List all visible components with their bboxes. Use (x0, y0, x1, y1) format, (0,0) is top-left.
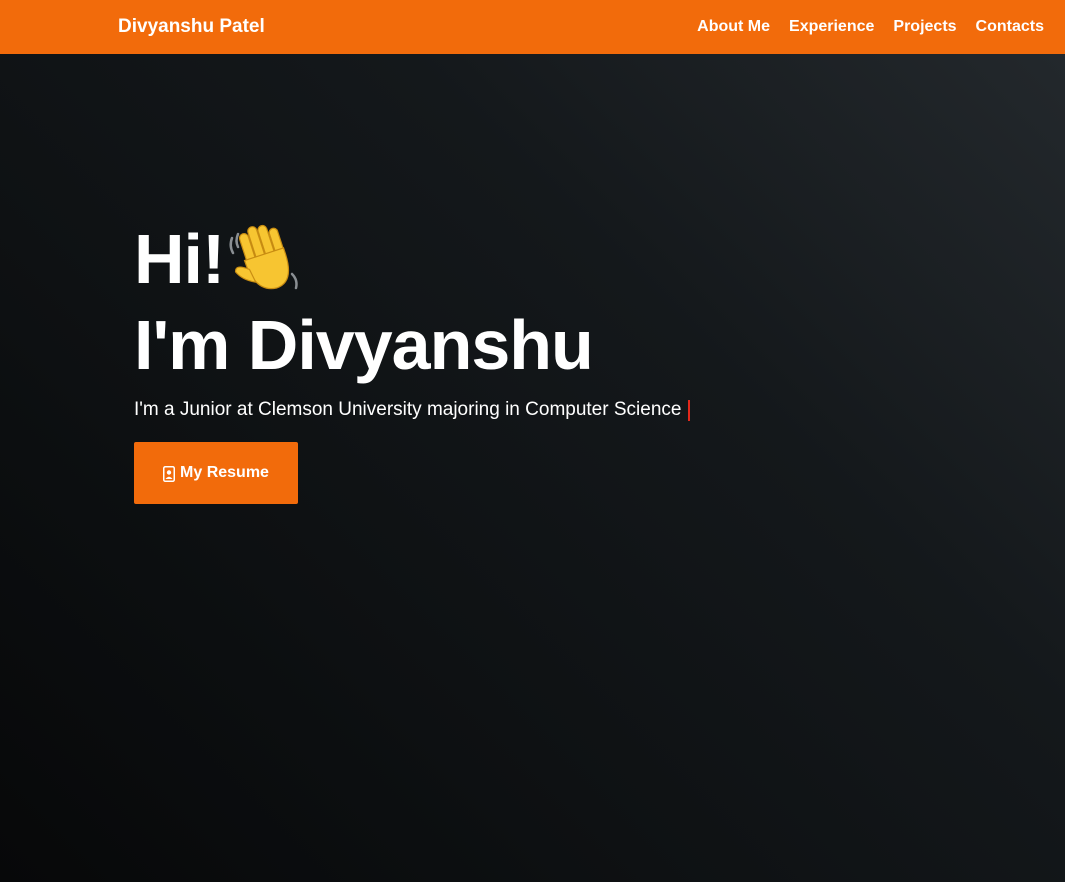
brand-link[interactable]: Divyanshu Patel (118, 0, 265, 54)
nav-link-projects[interactable]: Projects (893, 18, 956, 36)
my-resume-button[interactable]: My Resume (134, 442, 298, 504)
typing-cursor (688, 399, 691, 421)
greeting-text: Hi! (134, 220, 225, 298)
hero-section: Hi! I'm Divyanshu I'm a Junior at Clemso… (0, 54, 1065, 882)
hero-content: Hi! I'm Divyanshu I'm a Junior at Clemso… (134, 218, 691, 504)
tagline-row: I'm a Junior at Clemson University major… (134, 398, 691, 422)
top-navbar: Divyanshu Patel About Me Experience Proj… (0, 0, 1065, 54)
tagline-text: I'm a Junior at Clemson University major… (134, 399, 682, 420)
nav-link-experience[interactable]: Experience (789, 18, 874, 36)
file-person-icon (163, 466, 176, 482)
nav-links: About Me Experience Projects Contacts (697, 0, 1044, 54)
greeting-heading: Hi! (134, 218, 690, 300)
my-resume-label: My Resume (180, 464, 269, 481)
name-heading: I'm Divyanshu (134, 306, 594, 384)
nav-link-contacts[interactable]: Contacts (976, 18, 1044, 36)
waving-hand-icon (226, 220, 304, 298)
nav-link-about-me[interactable]: About Me (697, 18, 770, 36)
